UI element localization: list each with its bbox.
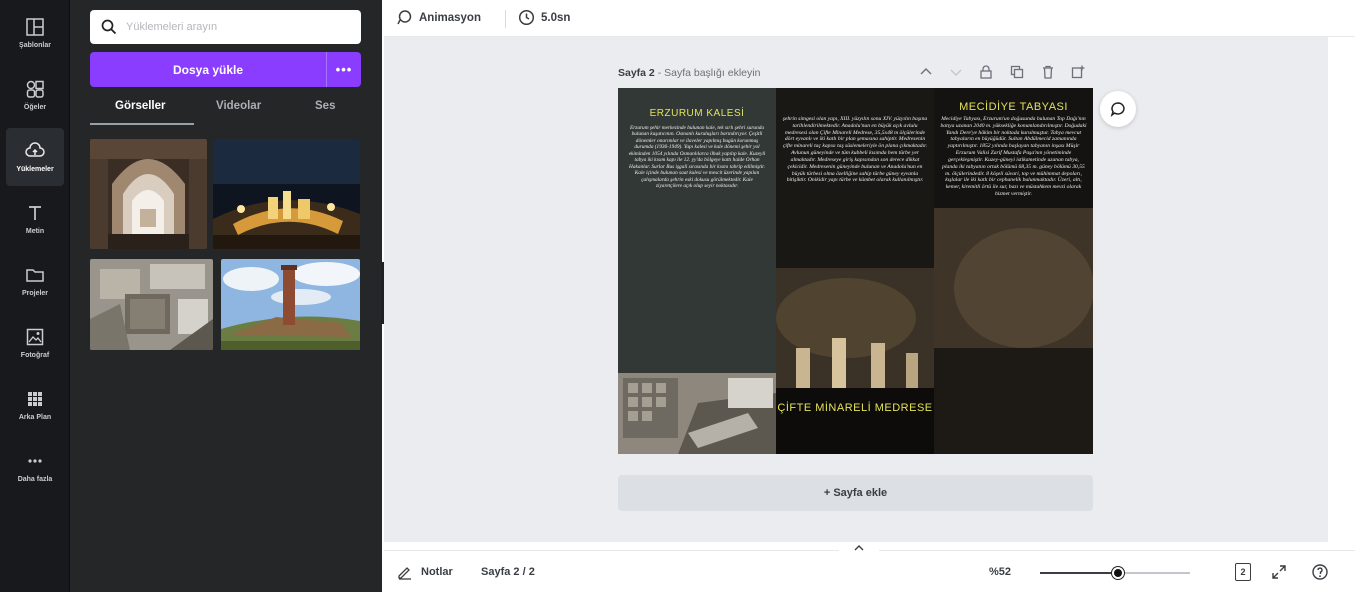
uploads-panel: Dosya yükle ••• Görseller Videolar Ses [70, 0, 382, 592]
comment-icon [1110, 102, 1125, 118]
toolbar-divider [505, 10, 506, 28]
scrollbar-right[interactable] [1328, 37, 1355, 542]
design-title-bastion[interactable]: MECİDİYE TABYASI [934, 101, 1093, 113]
notes-icon[interactable] [396, 563, 414, 581]
page-title-placeholder[interactable]: - Sayfa başlığı ekleyin [655, 67, 761, 79]
lock-icon[interactable] [978, 64, 994, 80]
design-text-madrasa[interactable]: şehrin simgesi olan yapı, XIII. yüzyılın… [782, 116, 928, 184]
rail-label: Daha fazla [17, 476, 53, 483]
zoom-slider-knob[interactable] [1112, 567, 1124, 579]
tab-videos[interactable]: Videolar [216, 100, 261, 112]
rail-label: Arka Plan [18, 414, 52, 421]
fullscreen-icon[interactable] [1270, 563, 1288, 581]
chevron-up-icon [854, 545, 864, 551]
search-box[interactable] [90, 10, 361, 44]
comment-button[interactable] [1100, 91, 1136, 127]
zoom-label[interactable]: %52 [989, 566, 1011, 578]
rail-label: Şablonlar [19, 42, 51, 49]
design-title-madrasa[interactable]: ÇİFTE MİNARELİ MEDRESE [776, 401, 934, 415]
upload-button[interactable]: Dosya yükle [90, 52, 326, 87]
duration-button[interactable]: 5.0sn [518, 9, 570, 26]
elements-icon [26, 80, 44, 98]
rail-label: Yüklemeler [16, 166, 54, 173]
page-grid-button[interactable]: 2 [1235, 563, 1251, 581]
design-page[interactable]: ERZURUM KALESİ Erzurum şehir merkezinde … [618, 88, 1093, 454]
chevron-down-icon[interactable] [948, 64, 964, 80]
animation-button[interactable]: Animasyon [396, 9, 481, 26]
page-title[interactable]: Sayfa 2 - Sayfa başlığı ekleyin [618, 67, 760, 79]
top-toolbar: Animasyon 5.0sn [384, 0, 1355, 37]
upload-thumbnail-night-castle[interactable] [213, 139, 360, 249]
duplicate-icon[interactable] [1009, 64, 1025, 80]
rail-label: Projeler [21, 290, 49, 297]
templates-icon [26, 18, 44, 36]
page-indicator[interactable]: Sayfa 2 / 2 [481, 566, 535, 578]
rail-item-text[interactable]: Metin [6, 190, 64, 248]
page-count-badge: 2 [1240, 567, 1246, 577]
add-page-button[interactable]: + Sayfa ekle [618, 475, 1093, 511]
rail-item-uploads[interactable]: Yüklemeler [6, 128, 64, 186]
background-icon [28, 392, 42, 406]
text-icon [29, 206, 41, 220]
rail-item-background[interactable]: Arka Plan [6, 376, 64, 434]
chevron-up-icon[interactable] [918, 64, 934, 80]
zoom-slider-fill [1040, 572, 1118, 574]
photo-icon [26, 328, 44, 346]
rail-item-photos[interactable]: Fotoğraf [6, 314, 64, 372]
side-rail: Şablonlar Öğeler Yüklemeler Metin Projel… [0, 0, 70, 592]
design-column-castle: ERZURUM KALESİ Erzurum şehir merkezinde … [618, 88, 776, 454]
upload-button-group: Dosya yükle ••• [90, 52, 361, 87]
design-text-bastion[interactable]: Mecidiye Tabyası, Erzurum'un doğusunda b… [940, 116, 1087, 198]
more-icon [28, 459, 42, 463]
help-icon[interactable] [1311, 563, 1329, 581]
tab-underline [90, 123, 194, 125]
tab-audio[interactable]: Ses [315, 100, 335, 112]
uploads-icon [25, 142, 45, 157]
trash-icon[interactable] [1040, 64, 1056, 80]
design-title-castle[interactable]: ERZURUM KALESİ [618, 108, 776, 119]
page-name: Sayfa 2 [618, 67, 655, 79]
notes-button[interactable]: Notlar [421, 566, 453, 578]
search-input[interactable] [126, 21, 346, 33]
rail-label: Metin [25, 228, 45, 235]
rail-item-projects[interactable]: Projeler [6, 252, 64, 310]
pages-drawer-handle[interactable] [839, 543, 879, 553]
upload-thumbnail-arch[interactable] [90, 139, 207, 249]
animation-label: Animasyon [419, 11, 481, 24]
rail-label: Fotoğraf [20, 352, 50, 359]
upload-thumbnail-tower[interactable] [221, 259, 360, 350]
upload-more-button[interactable]: ••• [326, 52, 361, 87]
rail-item-more[interactable]: Daha fazla [6, 438, 64, 496]
add-page-icon[interactable] [1070, 64, 1086, 80]
editor-canvas: Sayfa 2 - Sayfa başlığı ekleyin ERZURUM … [384, 37, 1328, 542]
design-column-bastion: MECİDİYE TABYASI Mecidiye Tabyası, Erzur… [934, 88, 1093, 454]
rail-item-templates[interactable]: Şablonlar [6, 4, 64, 62]
upload-thumbnail-aerial[interactable] [90, 259, 213, 350]
rail-label: Öğeler [23, 104, 47, 111]
clock-icon [518, 9, 535, 26]
design-text-castle[interactable]: Erzurum şehir merkezinde bulunan kale, t… [628, 125, 766, 190]
duration-label: 5.0sn [541, 11, 571, 24]
rail-item-elements[interactable]: Öğeler [6, 66, 64, 124]
folder-icon [26, 269, 44, 282]
design-column-madrasa: şehrin simgesi olan yapı, XIII. yüzyılın… [776, 88, 934, 454]
animation-icon [397, 10, 412, 25]
bottom-bar: Notlar Sayfa 2 / 2 %52 2 [384, 543, 1355, 592]
tab-images[interactable]: Görseller [115, 100, 166, 112]
zoom-slider[interactable] [1040, 567, 1190, 579]
search-icon [101, 19, 117, 35]
design-image-castle-aerial[interactable] [618, 373, 776, 454]
